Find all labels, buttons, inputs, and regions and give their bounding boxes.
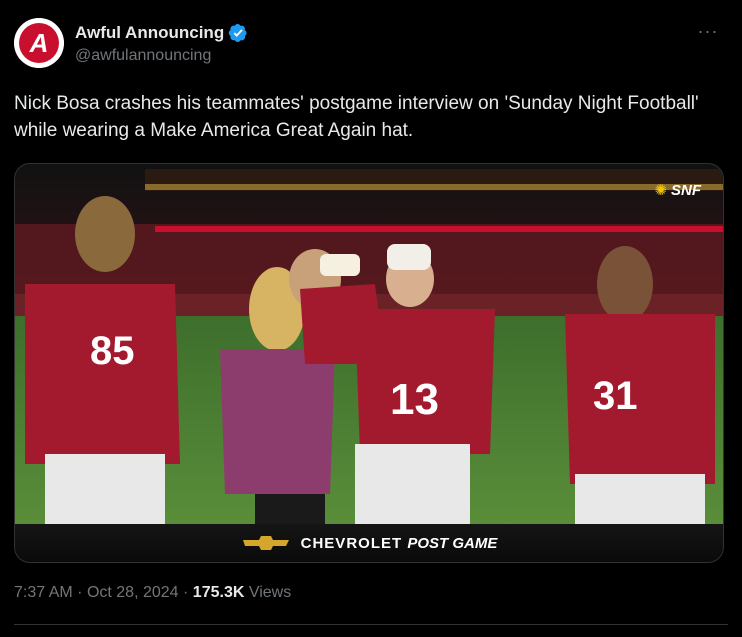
tweet-header: A Awful Announcing @awfulannouncing ··· bbox=[14, 18, 728, 72]
verified-badge-icon bbox=[228, 24, 247, 42]
tweet-media-image[interactable]: 85 13 31 ✺ SNF CHEVROLET POST GAME bbox=[14, 163, 724, 563]
tweet-time[interactable]: 7:37 AM bbox=[14, 584, 73, 601]
chevrolet-bowtie-icon bbox=[242, 536, 289, 550]
author-handle[interactable]: @awfulannouncing bbox=[75, 47, 248, 65]
jersey-number-31: 31 bbox=[593, 374, 638, 418]
divider bbox=[14, 624, 728, 625]
awful-announcing-logo: A bbox=[14, 18, 64, 68]
author-avatar[interactable]: A bbox=[14, 18, 64, 68]
meta-separator: · bbox=[77, 584, 83, 601]
tweet-meta: 7:37 AM · Oct 28, 2024 · 175.3K Views bbox=[14, 584, 291, 602]
banner-suffix: POST GAME bbox=[407, 534, 498, 552]
more-horizontal-icon[interactable]: ··· bbox=[696, 22, 720, 44]
jersey-number-85: 85 bbox=[90, 329, 135, 373]
author-display-name[interactable]: Awful Announcing bbox=[75, 23, 224, 43]
interview-scene: 85 13 31 bbox=[15, 164, 723, 534]
peacock-icon: ✺ bbox=[654, 182, 667, 199]
meta-separator-2: · bbox=[183, 584, 189, 601]
banner-sponsor: CHEVROLET bbox=[300, 534, 403, 552]
tweet-date[interactable]: Oct 28, 2024 bbox=[87, 584, 179, 601]
views-label: Views bbox=[248, 584, 292, 601]
tweet-text: Nick Bosa crashes his teammates' postgam… bbox=[14, 93, 699, 141]
snf-logo: ✺ SNF bbox=[654, 181, 701, 200]
avatar-letter: A bbox=[29, 28, 49, 58]
postgame-banner: CHEVROLET POST GAME bbox=[15, 524, 723, 562]
views-count: 175.3K bbox=[192, 584, 245, 601]
jersey-number-13: 13 bbox=[390, 375, 439, 424]
